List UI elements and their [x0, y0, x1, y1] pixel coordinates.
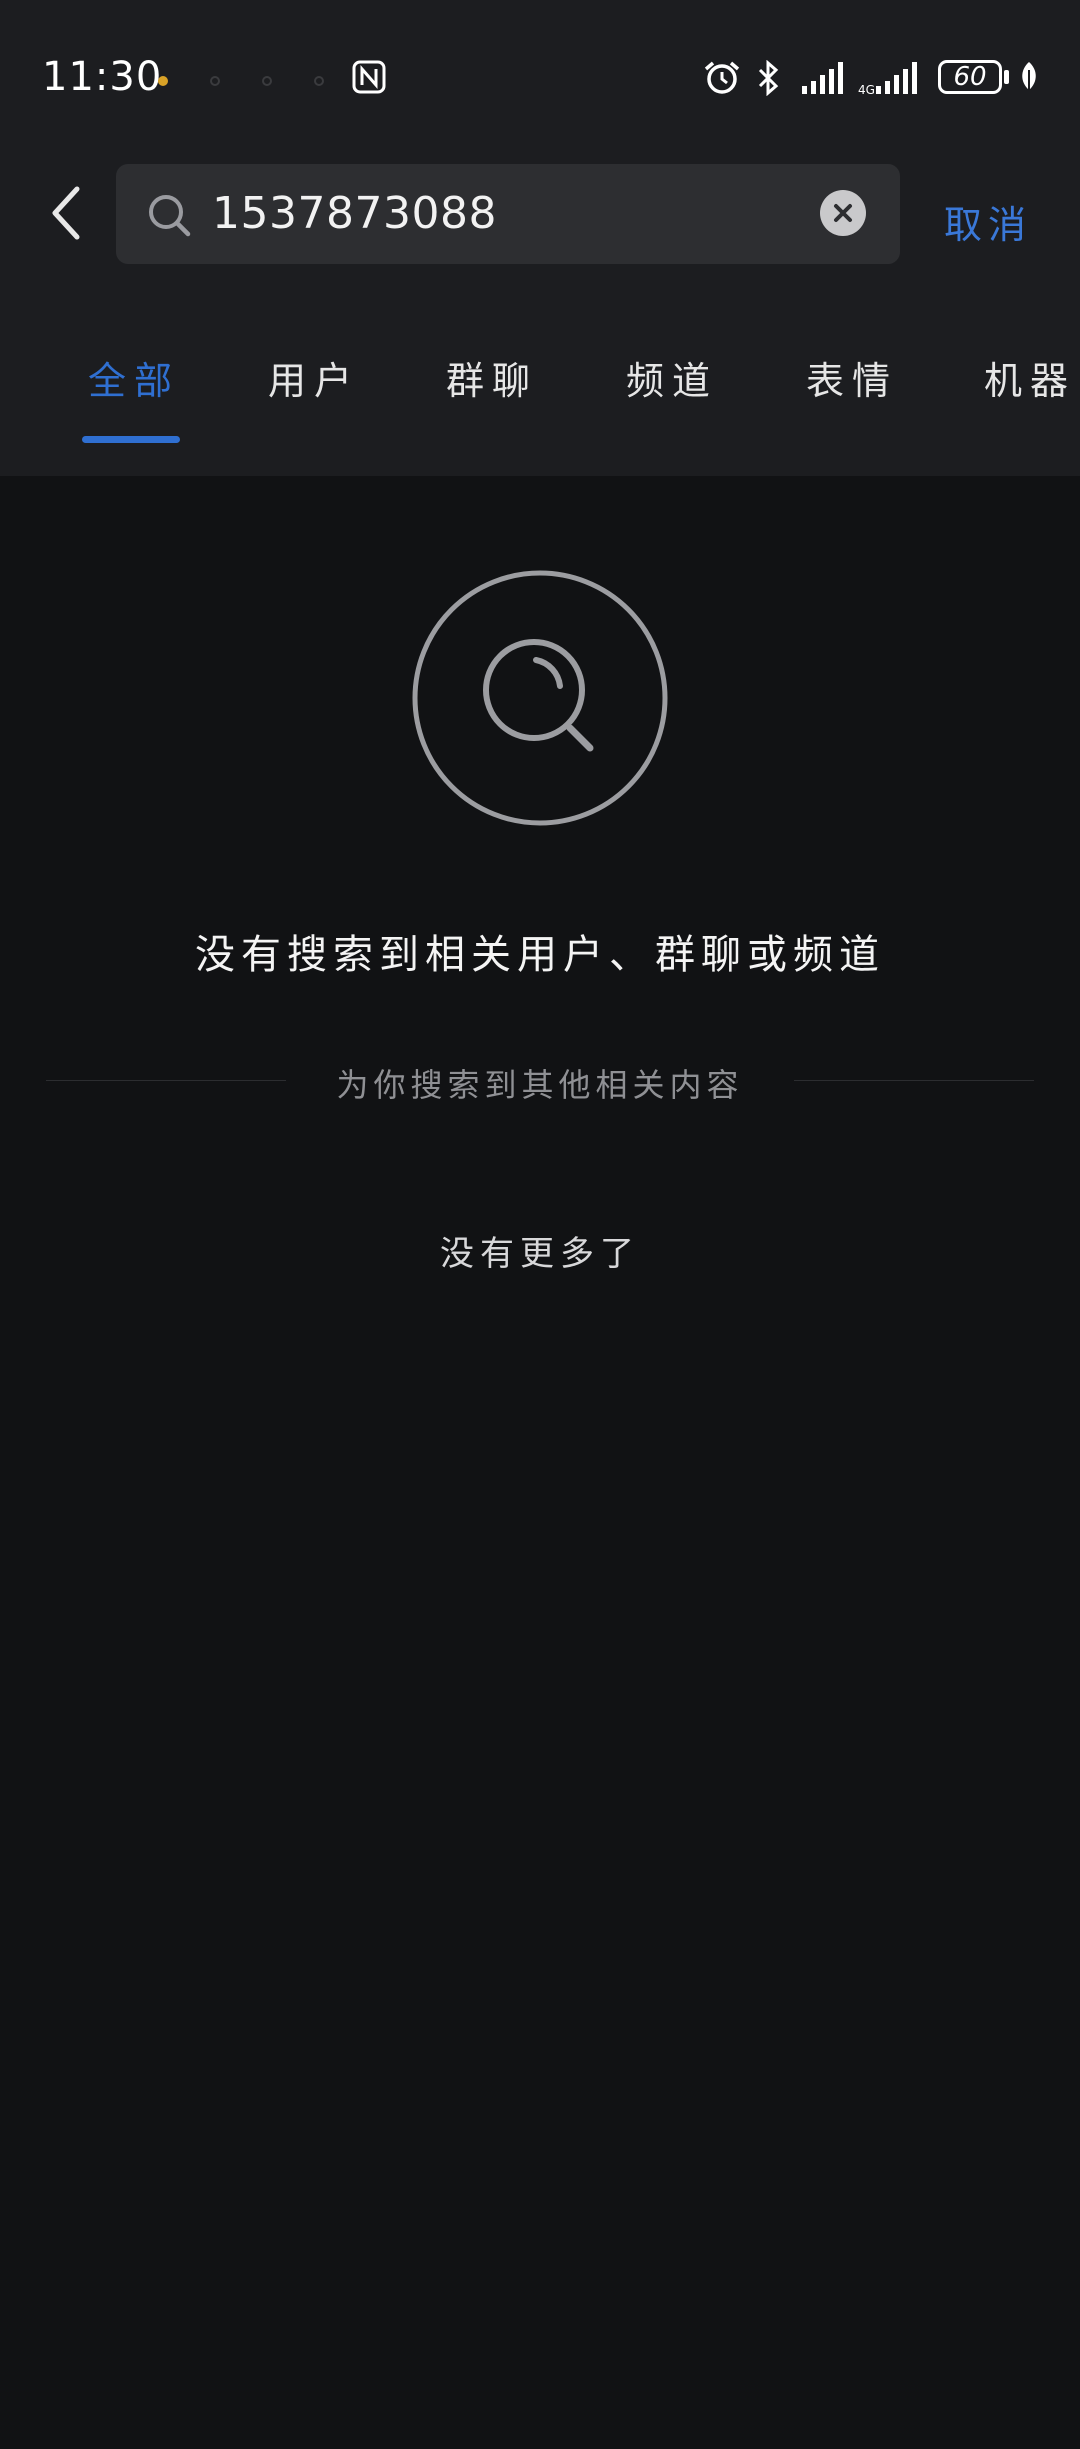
- cancel-button[interactable]: 取消: [944, 194, 1032, 249]
- battery-indicator: 60: [938, 60, 1002, 94]
- tab-channels[interactable]: 频道: [626, 350, 718, 405]
- notification-dot-icon: [210, 76, 220, 86]
- nfc-icon: [352, 60, 386, 98]
- status-time: 11:30: [42, 54, 163, 100]
- leaf-icon: [1018, 60, 1040, 98]
- battery-cap: [1004, 70, 1009, 84]
- close-icon: [834, 204, 852, 222]
- tab-bots[interactable]: 机器: [984, 350, 1076, 405]
- clear-search-button[interactable]: [820, 190, 866, 236]
- notification-dot-icon: [314, 76, 324, 86]
- divider-line: [794, 1080, 1034, 1081]
- search-icon: [146, 192, 194, 244]
- signal-icon: [800, 60, 848, 100]
- category-tabs: 全部 用户 群聊 频道 表情 机器: [0, 350, 1080, 450]
- signal-icon: 4G: [858, 60, 924, 100]
- empty-search-illustration-icon: [410, 568, 670, 828]
- status-bar: 11:30 4G 60: [0, 40, 1080, 120]
- search-query[interactable]: 1537873088: [212, 188, 497, 239]
- tab-stickers[interactable]: 表情: [806, 350, 898, 405]
- related-content-divider: 为你搜索到其他相关内容: [46, 1058, 1034, 1104]
- active-tab-indicator: [82, 436, 180, 443]
- notification-dot-icon: [158, 76, 168, 86]
- tab-group-chats[interactable]: 群聊: [446, 350, 538, 405]
- back-button[interactable]: [30, 178, 100, 248]
- alarm-icon: [702, 60, 742, 100]
- svg-text:4G: 4G: [858, 83, 875, 96]
- tab-all[interactable]: 全部: [88, 350, 180, 405]
- chevron-left-icon: [52, 186, 80, 240]
- tab-users[interactable]: 用户: [268, 350, 360, 405]
- related-content-label: 为你搜索到其他相关内容: [336, 1066, 744, 1104]
- empty-state-title: 没有搜索到相关用户、群聊或频道: [195, 932, 885, 978]
- no-more-results-text: 没有更多了: [440, 1234, 640, 1274]
- notification-dot-icon: [262, 76, 272, 86]
- bluetooth-icon: [756, 59, 780, 100]
- search-input[interactable]: 1537873088: [116, 164, 900, 264]
